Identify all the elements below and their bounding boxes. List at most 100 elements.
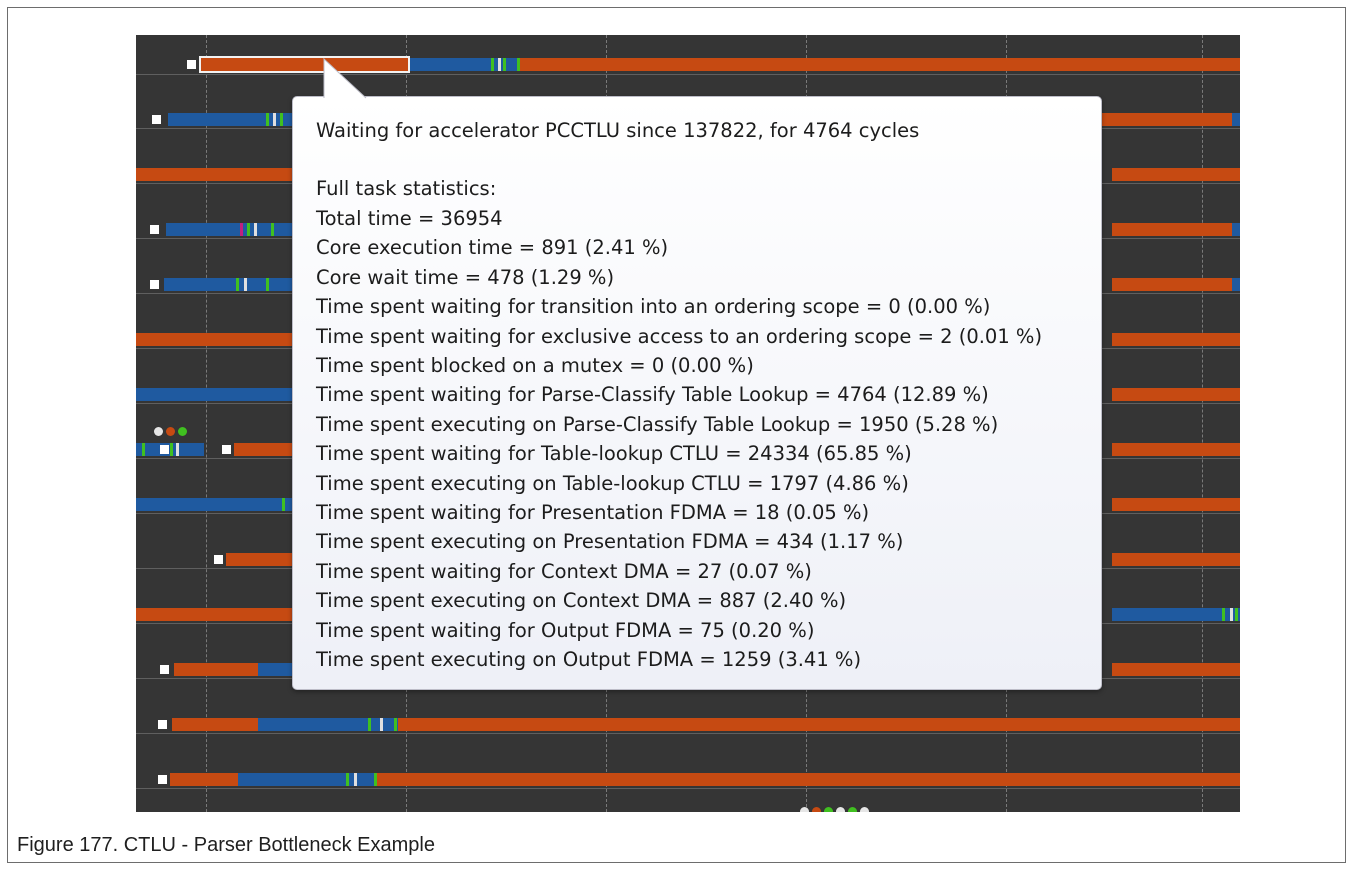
execution-segment[interactable] <box>258 718 370 731</box>
wait-segment[interactable] <box>170 773 238 786</box>
time-gridline <box>206 35 207 812</box>
task-start-marker[interactable] <box>187 60 196 69</box>
wait-segment[interactable] <box>234 443 300 456</box>
accelerator-marker <box>282 498 285 511</box>
statistic-line: Time spent executing on Context DMA = 88… <box>316 589 847 613</box>
accelerator-marker <box>254 223 257 236</box>
execution-segment[interactable] <box>238 773 348 786</box>
accelerator-marker <box>273 113 276 126</box>
task-start-marker[interactable] <box>158 775 167 784</box>
accelerator-marker <box>1230 608 1233 621</box>
accelerator-marker <box>354 773 357 786</box>
figure-caption: Figure 177. CTLU - Parser Bottleneck Exa… <box>17 834 435 856</box>
task-start-marker[interactable] <box>150 225 159 234</box>
accelerator-marker <box>346 773 349 786</box>
wait-segment[interactable] <box>398 718 1240 731</box>
accelerator-marker <box>1222 608 1225 621</box>
accelerator-marker <box>266 278 269 291</box>
task-start-marker[interactable] <box>158 720 167 729</box>
statistic-line: Core execution time = 891 (2.41 %) <box>316 236 669 260</box>
tooltip-section-title: Full task statistics: <box>316 177 497 200</box>
wait-segment[interactable] <box>1112 333 1240 346</box>
tooltip-header: Waiting for accelerator PCCTLU since 137… <box>316 119 920 142</box>
wait-segment[interactable] <box>136 168 296 181</box>
wait-segment[interactable] <box>172 718 258 731</box>
event-pin-icon[interactable] <box>860 807 869 812</box>
task-start-marker[interactable] <box>222 445 231 454</box>
accelerator-marker <box>1235 608 1238 621</box>
task-start-marker[interactable] <box>150 280 159 289</box>
execution-segment[interactable] <box>1232 278 1240 291</box>
accelerator-marker <box>517 58 520 71</box>
accelerator-marker <box>380 718 383 731</box>
accelerator-marker <box>244 278 247 291</box>
accelerator-marker <box>236 278 239 291</box>
event-pin-icon[interactable] <box>824 807 833 812</box>
statistic-line: Time spent waiting for Presentation FDMA… <box>316 501 870 524</box>
event-pin-icon[interactable] <box>166 427 175 436</box>
wait-segment[interactable] <box>1112 553 1240 566</box>
execution-segment[interactable] <box>1232 113 1240 126</box>
accelerator-marker <box>176 443 179 456</box>
execution-segment[interactable] <box>1232 223 1240 236</box>
accelerator-marker <box>394 718 397 731</box>
execution-segment[interactable] <box>136 388 300 401</box>
wait-segment[interactable] <box>1112 278 1232 291</box>
wait-segment[interactable] <box>1112 223 1232 236</box>
wait-segment[interactable] <box>1112 663 1240 676</box>
task-statistics-tooltip: Waiting for accelerator PCCTLU since 137… <box>292 96 1102 690</box>
execution-segment[interactable] <box>408 58 492 71</box>
statistic-line: Time spent executing on Output FDMA = 12… <box>316 648 862 671</box>
accelerator-marker <box>247 223 250 236</box>
event-pin-icon[interactable] <box>836 807 845 812</box>
statistic-line: Time spent waiting for Table-lookup CTLU… <box>316 442 912 466</box>
row-divider <box>136 788 1240 789</box>
event-pin-icon[interactable] <box>178 427 187 436</box>
wait-segment[interactable] <box>1096 113 1232 126</box>
accelerator-marker <box>374 773 377 786</box>
execution-segment[interactable] <box>166 223 298 236</box>
wait-segment[interactable] <box>376 773 1240 786</box>
execution-segment[interactable] <box>492 58 520 71</box>
event-pin-icon[interactable] <box>154 427 163 436</box>
task-row[interactable] <box>136 718 1240 731</box>
statistic-line: Time spent blocked on a mutex = 0 (0.00 … <box>316 354 754 377</box>
task-start-marker[interactable] <box>152 115 161 124</box>
row-divider <box>136 74 1240 75</box>
wait-segment[interactable] <box>174 663 258 676</box>
selected-segment-outline[interactable] <box>199 56 410 73</box>
task-start-marker[interactable] <box>160 665 169 674</box>
statistic-line: Time spent executing on Table-lookup CTL… <box>316 471 909 495</box>
wait-segment[interactable] <box>1112 388 1240 401</box>
statistic-line: Total time = 36954 <box>316 207 503 230</box>
execution-segment[interactable] <box>164 278 299 291</box>
event-pin-icon[interactable] <box>812 807 821 812</box>
wait-segment[interactable] <box>520 58 1240 71</box>
accelerator-marker <box>240 223 243 236</box>
wait-segment[interactable] <box>136 608 300 621</box>
execution-segment[interactable] <box>1112 608 1224 621</box>
wait-segment[interactable] <box>1112 168 1240 181</box>
wait-segment[interactable] <box>1112 443 1240 456</box>
task-start-marker[interactable] <box>160 445 169 454</box>
statistic-line: Time spent waiting for exclusive access … <box>316 324 1043 348</box>
statistic-line: Time spent executing on Parse-Classify T… <box>316 412 999 436</box>
wait-segment[interactable] <box>136 333 300 346</box>
task-start-marker[interactable] <box>214 555 223 564</box>
tooltip-pointer <box>323 58 367 99</box>
statistic-line: Time spent waiting for Output FDMA = 75 … <box>316 618 815 642</box>
event-pin-icon[interactable] <box>848 807 857 812</box>
wait-segment[interactable] <box>226 553 300 566</box>
task-row[interactable] <box>136 773 1240 786</box>
accelerator-marker <box>280 113 283 126</box>
time-gridline <box>1202 35 1203 812</box>
statistic-line: Time spent waiting for transition into a… <box>316 295 991 319</box>
event-pin-icon[interactable] <box>800 807 809 812</box>
row-divider <box>136 733 1240 734</box>
accelerator-marker <box>503 58 506 71</box>
execution-segment[interactable] <box>348 773 376 786</box>
execution-segment[interactable] <box>136 498 300 511</box>
accelerator-marker <box>156 443 159 456</box>
accelerator-marker <box>170 443 173 456</box>
wait-segment[interactable] <box>1112 498 1240 511</box>
